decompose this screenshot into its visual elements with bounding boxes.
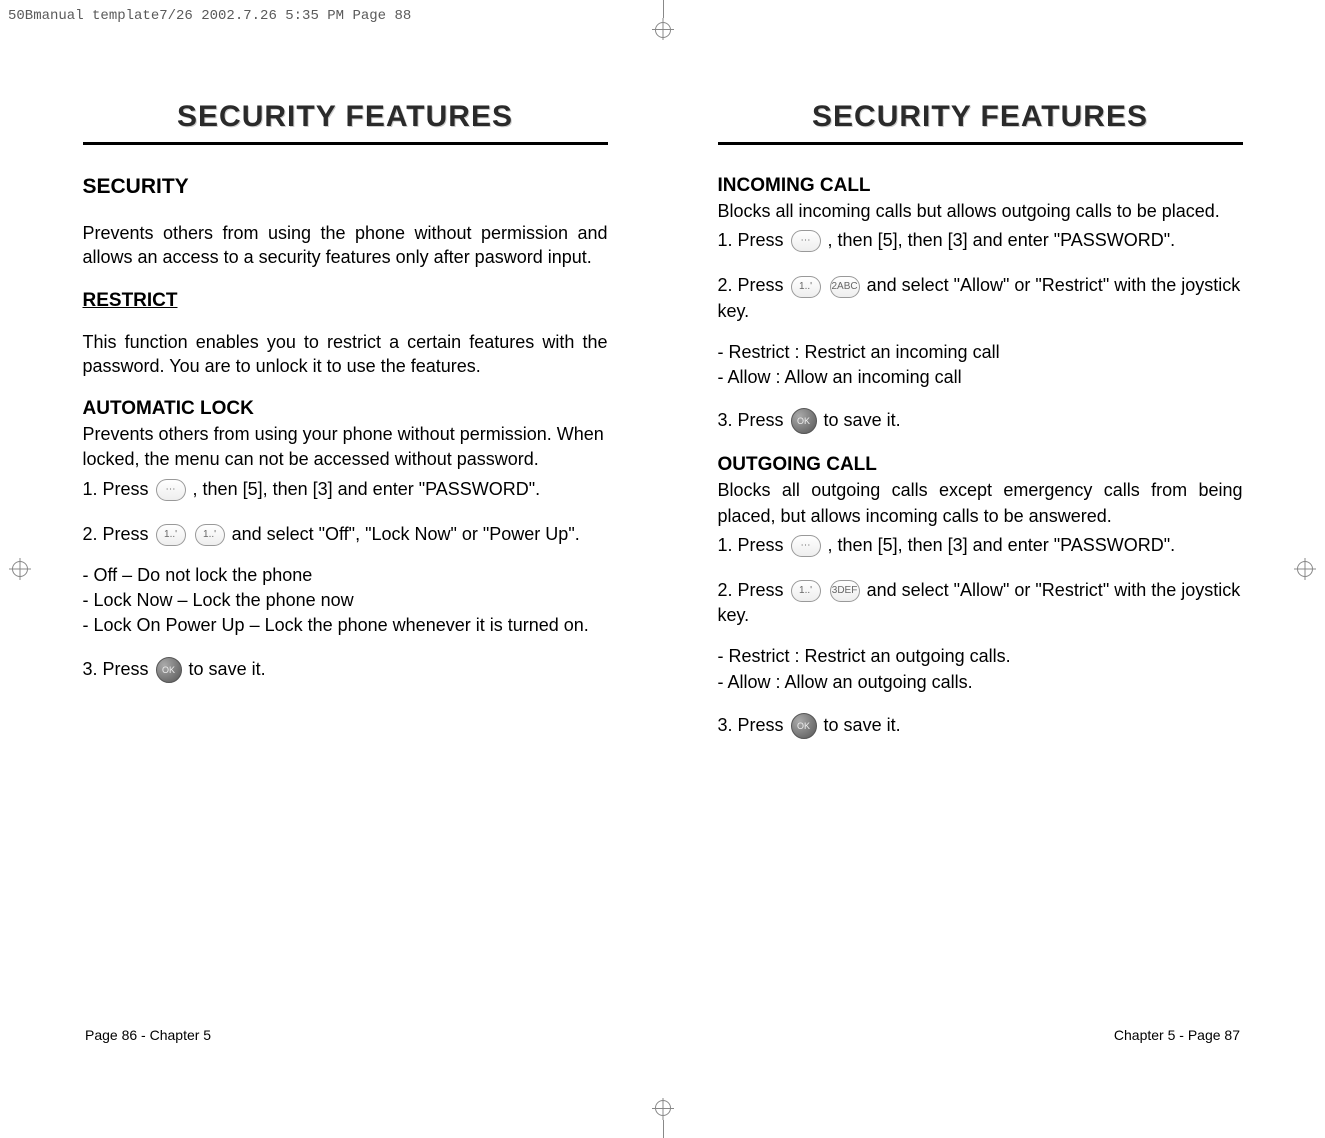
list-item: - Allow : Allow an outgoing calls.: [718, 670, 1243, 695]
incoming-call-heading: INCOMING CALL: [718, 175, 1243, 197]
menu-key-icon: ⋯: [791, 230, 821, 252]
right-page: SECURITY FEATURES INCOMING CALL Blocks a…: [708, 80, 1253, 763]
step-text: to save it.: [824, 410, 901, 430]
page-title: SECURITY FEATURES: [83, 100, 608, 145]
incoming-option-list: - Restrict : Restrict an incoming call -…: [718, 340, 1243, 390]
incoming-step-2: 2. Press 1..' 2ABC and select "Allow" or…: [718, 273, 1243, 323]
outgoing-step-2: 2. Press 1..' 3DEF and select "Allow" or…: [718, 578, 1243, 628]
page-spread: SECURITY FEATURES SECURITY Prevents othe…: [73, 80, 1253, 763]
list-item: - Lock Now – Lock the phone now: [83, 588, 608, 613]
print-header: 50Bmanual template7/26 2002.7.26 5:35 PM…: [8, 8, 411, 24]
list-item: - Restrict : Restrict an outgoing calls.: [718, 644, 1243, 669]
outgoing-call-heading: OUTGOING CALL: [718, 454, 1243, 476]
incoming-step-1: 1. Press ⋯ , then [5], then [3] and ente…: [718, 228, 1243, 253]
step-text: 3. Press: [718, 715, 789, 735]
ok-key-icon: OK: [156, 657, 182, 683]
step-text: 2. Press: [718, 580, 789, 600]
three-key-icon: 3DEF: [830, 580, 860, 602]
footer-right: Chapter 5 - Page 87: [1114, 1027, 1240, 1043]
crop-mark-top: [643, 0, 683, 40]
restrict-heading: RESTRICT: [83, 290, 608, 312]
step-text: 2. Press: [718, 275, 789, 295]
one-key-icon: 1..': [791, 276, 821, 298]
outgoing-option-list: - Restrict : Restrict an outgoing calls.…: [718, 644, 1243, 694]
step-text: to save it.: [189, 659, 266, 679]
one-key-icon: 1..': [195, 524, 225, 546]
outgoing-step-3: 3. Press OK to save it.: [718, 713, 1243, 739]
footer-left: Page 86 - Chapter 5: [85, 1027, 211, 1043]
step-text: and select "Off", "Lock Now" or "Power U…: [232, 524, 580, 544]
step-text: 1. Press: [83, 479, 154, 499]
step-text: , then [5], then [3] and enter "PASSWORD…: [193, 479, 541, 499]
incoming-paragraph: Blocks all incoming calls but allows out…: [718, 199, 1243, 224]
crop-mark-left: [0, 549, 40, 589]
one-key-icon: 1..': [156, 524, 186, 546]
step-text: 1. Press: [718, 230, 789, 250]
auto-step-3: 3. Press OK to save it.: [83, 657, 608, 683]
page-title: SECURITY FEATURES: [718, 100, 1243, 145]
one-key-icon: 1..': [791, 580, 821, 602]
auto-option-list: - Off – Do not lock the phone - Lock Now…: [83, 563, 608, 639]
ok-key-icon: OK: [791, 408, 817, 434]
menu-key-icon: ⋯: [791, 535, 821, 557]
outgoing-step-1: 1. Press ⋯ , then [5], then [3] and ente…: [718, 533, 1243, 558]
list-item: - Allow : Allow an incoming call: [718, 365, 1243, 390]
step-text: 2. Press: [83, 524, 154, 544]
crop-mark-right: [1285, 549, 1325, 589]
list-item: - Restrict : Restrict an incoming call: [718, 340, 1243, 365]
automatic-lock-heading: AUTOMATIC LOCK: [83, 398, 608, 420]
crop-mark-bottom: [643, 1098, 683, 1138]
step-text: 3. Press: [83, 659, 154, 679]
two-key-icon: 2ABC: [830, 276, 860, 298]
step-text: , then [5], then [3] and enter "PASSWORD…: [828, 535, 1176, 555]
list-item: - Lock On Power Up – Lock the phone when…: [83, 613, 608, 638]
security-paragraph: Prevents others from using the phone wit…: [83, 221, 608, 270]
ok-key-icon: OK: [791, 713, 817, 739]
list-item: - Off – Do not lock the phone: [83, 563, 608, 588]
step-text: 1. Press: [718, 535, 789, 555]
menu-key-icon: ⋯: [156, 479, 186, 501]
step-text: 3. Press: [718, 410, 789, 430]
step-text: , then [5], then [3] and enter "PASSWORD…: [828, 230, 1176, 250]
security-heading: SECURITY: [83, 175, 608, 199]
auto-step-2: 2. Press 1..' 1..' and select "Off", "Lo…: [83, 522, 608, 547]
restrict-paragraph: This function enables you to restrict a …: [83, 330, 608, 379]
automatic-lock-paragraph: Prevents others from using your phone wi…: [83, 422, 608, 472]
incoming-step-3: 3. Press OK to save it.: [718, 408, 1243, 434]
step-text: to save it.: [824, 715, 901, 735]
outgoing-paragraph: Blocks all outgoing calls except emergen…: [718, 478, 1243, 528]
auto-step-1: 1. Press ⋯ , then [5], then [3] and ente…: [83, 477, 608, 502]
left-page: SECURITY FEATURES SECURITY Prevents othe…: [73, 80, 618, 763]
